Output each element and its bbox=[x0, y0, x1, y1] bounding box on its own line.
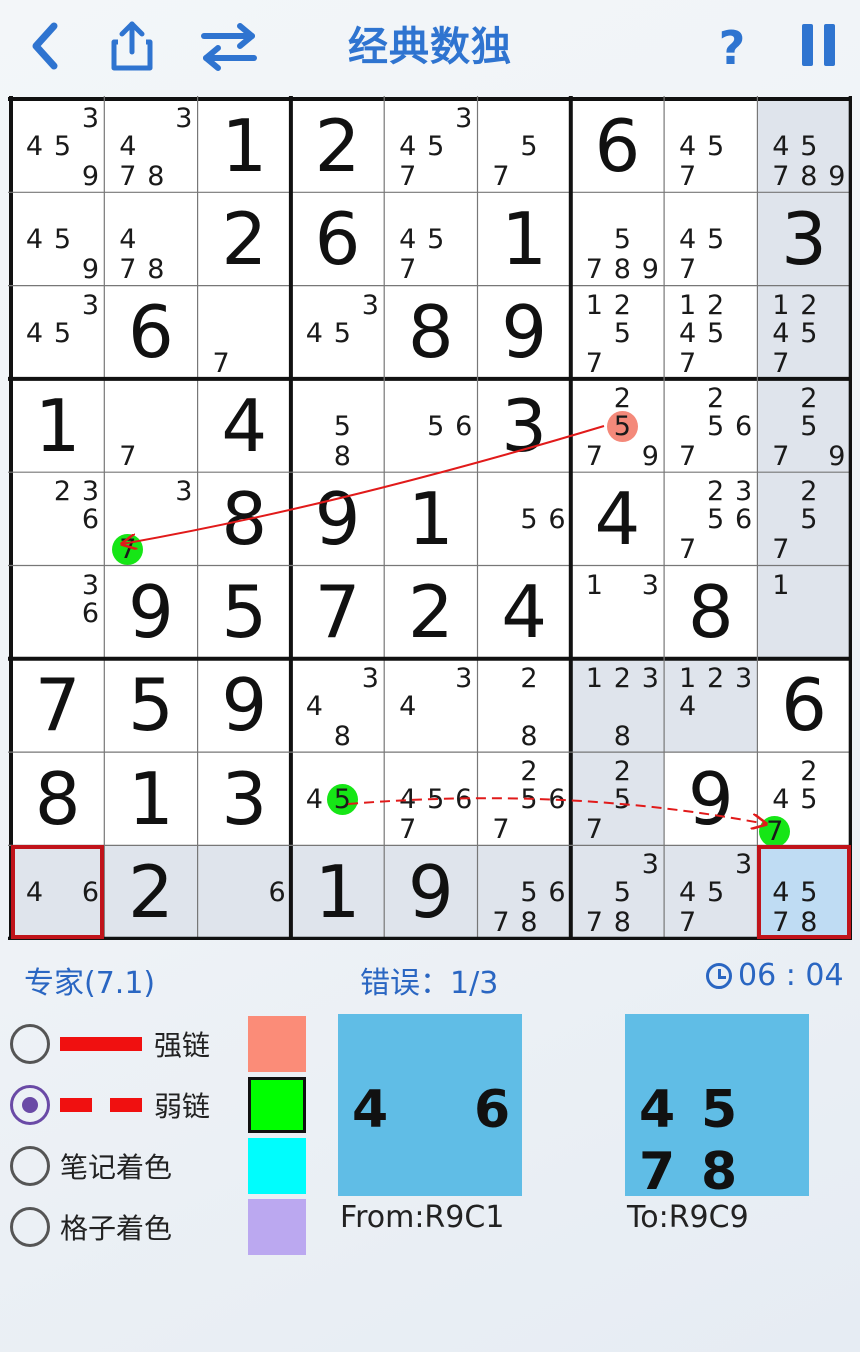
swatch-lavender[interactable] bbox=[248, 1199, 306, 1255]
top-bar: 经典数独 ? bbox=[0, 0, 860, 92]
option-label: 格子着色 bbox=[60, 1212, 173, 1245]
from-caption: From:R9C1 bbox=[340, 1200, 505, 1235]
pause-icon[interactable] bbox=[792, 18, 848, 74]
option-label: 强链 bbox=[154, 1029, 211, 1062]
from-cell-preview: 4 6 bbox=[338, 1014, 522, 1196]
timer-value: 06 : 04 bbox=[738, 958, 844, 993]
radio-note-color[interactable] bbox=[10, 1146, 50, 1186]
swap-icon[interactable] bbox=[198, 18, 260, 74]
to-caption: To:R9C9 bbox=[627, 1200, 749, 1235]
option-cell-color[interactable]: 格子着色 bbox=[10, 1205, 172, 1249]
to-digit: 4 bbox=[639, 1080, 676, 1140]
solid-line-icon bbox=[60, 1037, 142, 1051]
swatch-green[interactable] bbox=[248, 1077, 306, 1133]
from-digit: 6 bbox=[474, 1080, 511, 1140]
radio-strong-link[interactable] bbox=[10, 1024, 50, 1064]
radio-cell-color[interactable] bbox=[10, 1207, 50, 1247]
swatch-cyan[interactable] bbox=[248, 1138, 306, 1194]
to-digit: 8 bbox=[701, 1142, 738, 1202]
option-note-color[interactable]: 笔记着色 bbox=[10, 1144, 172, 1188]
timer: 06 : 04 bbox=[706, 958, 844, 993]
option-label: 弱链 bbox=[154, 1090, 211, 1123]
to-digit: 5 bbox=[701, 1080, 738, 1140]
option-label: 笔记着色 bbox=[60, 1151, 173, 1184]
clock-icon bbox=[706, 962, 732, 989]
swatch-salmon[interactable] bbox=[248, 1016, 306, 1072]
dashed-line-icon bbox=[60, 1098, 142, 1112]
error-counter: 错误：1/3 bbox=[360, 966, 499, 1001]
to-cell-preview: 4 5 7 8 bbox=[625, 1014, 809, 1202]
from-digit: 4 bbox=[352, 1080, 389, 1140]
sudoku-board: 3459347812345757645745789459478264571578… bbox=[8, 96, 852, 940]
option-weak-link[interactable]: 弱链 bbox=[10, 1083, 210, 1127]
difficulty-label: 专家(7.1) bbox=[24, 966, 156, 1001]
share-icon[interactable] bbox=[104, 18, 160, 74]
svg-text:?: ? bbox=[719, 21, 746, 74]
to-digit: 7 bbox=[639, 1142, 676, 1202]
back-icon[interactable] bbox=[18, 18, 74, 74]
page-title: 经典数独 bbox=[348, 24, 512, 70]
radio-weak-link[interactable] bbox=[10, 1085, 50, 1125]
grid-lines bbox=[8, 96, 852, 940]
help-icon[interactable]: ? bbox=[704, 18, 760, 75]
option-strong-link[interactable]: 强链 bbox=[10, 1022, 210, 1066]
